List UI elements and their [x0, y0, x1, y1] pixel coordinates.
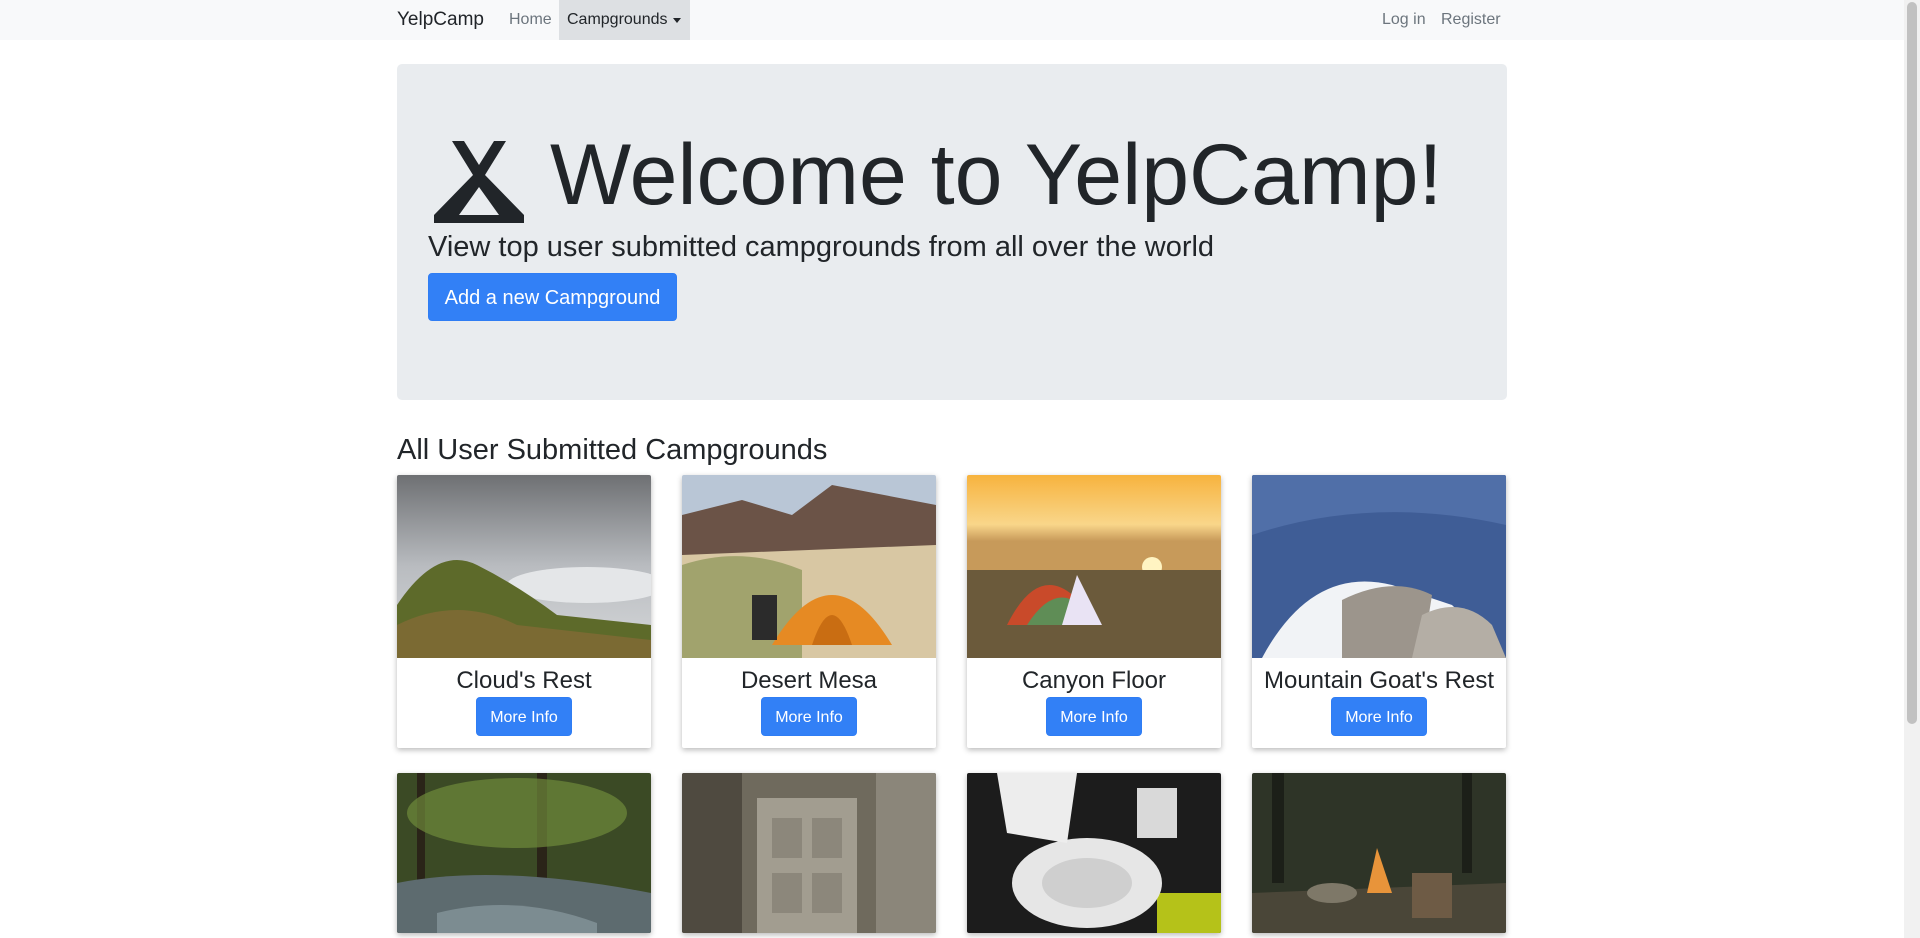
campground-card	[397, 773, 651, 933]
more-info-button[interactable]: More Info	[1331, 697, 1427, 736]
section-heading: All User Submitted Campgrounds	[397, 434, 828, 466]
scrollbar-thumb[interactable]	[1907, 2, 1917, 724]
campground-image	[682, 475, 936, 658]
campground-name: Desert Mesa	[740, 667, 878, 694]
campground-image	[397, 475, 651, 658]
nav-campgrounds-dropdown[interactable]: Campgrounds	[559, 0, 690, 40]
welcome-jumbotron: Welcome to YelpCamp! View top user submi…	[397, 64, 1507, 400]
campground-icon	[434, 141, 524, 223]
campground-name: Canyon Floor	[1021, 667, 1167, 694]
campground-image	[397, 773, 651, 933]
campground-card	[1252, 773, 1506, 933]
nav-home-link[interactable]: Home	[509, 11, 552, 29]
add-campground-button[interactable]: Add a new Campground	[428, 273, 677, 321]
more-info-button[interactable]: More Info	[761, 697, 857, 736]
campground-name: Cloud's Rest	[456, 667, 592, 694]
more-info-button[interactable]: More Info	[476, 697, 572, 736]
campground-card	[967, 773, 1221, 933]
campground-card: Cloud's Rest More Info	[397, 475, 651, 748]
campground-image	[967, 475, 1221, 658]
campground-image	[1252, 475, 1506, 658]
page-subtitle: View top user submitted campgrounds from…	[428, 231, 1215, 263]
campground-image	[967, 773, 1221, 933]
nav-campgrounds-label: Campgrounds	[567, 11, 668, 28]
nav-login-link[interactable]: Log in	[1382, 11, 1426, 29]
navbar: YelpCamp Home Campgrounds Log in Registe…	[0, 0, 1904, 40]
campground-image	[682, 773, 936, 933]
more-info-button[interactable]: More Info	[1046, 697, 1142, 736]
page-scrollbar[interactable]	[1904, 0, 1920, 938]
campground-card: Mountain Goat's Rest More Info	[1252, 475, 1506, 748]
navbar-container: YelpCamp Home Campgrounds Log in Registe…	[397, 0, 1507, 40]
campground-name: Mountain Goat's Rest	[1263, 667, 1495, 694]
page-title: Welcome to YelpCamp!	[550, 127, 1443, 223]
campground-card	[682, 773, 936, 933]
chevron-down-icon	[673, 18, 681, 23]
brand-link[interactable]: YelpCamp	[397, 9, 484, 31]
campground-card: Canyon Floor More Info	[967, 475, 1221, 748]
campground-image	[1252, 773, 1506, 933]
campground-card: Desert Mesa More Info	[682, 475, 936, 748]
nav-register-link[interactable]: Register	[1441, 11, 1501, 29]
